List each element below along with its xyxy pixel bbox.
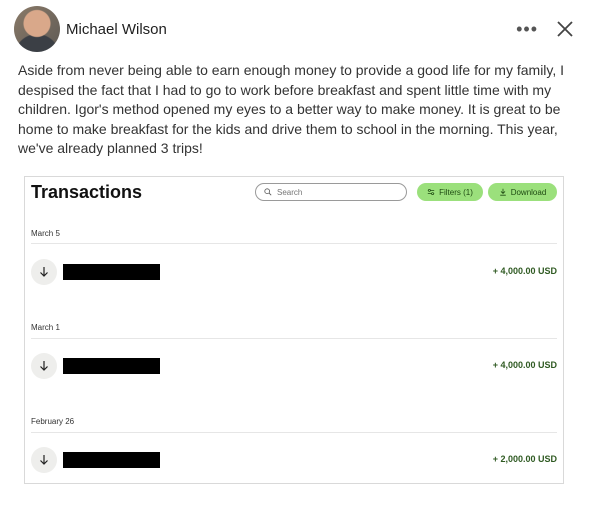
arrow-down-icon [31, 447, 57, 473]
more-horizontal-icon[interactable]: ••• [516, 20, 538, 38]
header-actions: ••• [516, 20, 574, 38]
avatar[interactable] [14, 6, 60, 52]
arrow-down-icon [31, 353, 57, 379]
search-icon [264, 188, 272, 196]
redacted-name [63, 264, 160, 280]
post-header: Michael Wilson ••• [14, 6, 574, 52]
transaction-amount: + 4,000.00 USD [492, 360, 557, 370]
download-button[interactable]: Download [488, 183, 557, 201]
divider [31, 432, 557, 433]
filter-sliders-icon [427, 189, 435, 195]
arrow-down-icon [31, 259, 57, 285]
date-label: March 5 [31, 229, 60, 238]
transactions-card: Transactions Filters (1) Download March … [24, 176, 564, 484]
search-input[interactable] [277, 187, 397, 197]
transaction-row[interactable]: + 2,000.00 USD [31, 447, 557, 477]
filters-button[interactable]: Filters (1) [417, 183, 483, 201]
author-name[interactable]: Michael Wilson [66, 21, 167, 38]
close-icon[interactable] [556, 20, 574, 38]
date-label: February 26 [31, 417, 75, 426]
date-label: March 1 [31, 323, 60, 332]
divider [31, 338, 557, 339]
redacted-name [63, 358, 160, 374]
transactions-title: Transactions [31, 182, 143, 202]
divider [31, 243, 557, 244]
filters-label: Filters (1) [439, 187, 473, 197]
redacted-name [63, 452, 160, 468]
transaction-amount: + 4,000.00 USD [492, 266, 557, 276]
search-field[interactable] [255, 183, 407, 201]
download-icon [499, 188, 506, 196]
transaction-row[interactable]: + 4,000.00 USD [31, 353, 557, 383]
transaction-amount: + 2,000.00 USD [492, 454, 557, 464]
transaction-row[interactable]: + 4,000.00 USD [31, 259, 557, 289]
download-label: Download [510, 187, 547, 197]
post-text: Aside from never being able to earn enou… [18, 62, 565, 156]
